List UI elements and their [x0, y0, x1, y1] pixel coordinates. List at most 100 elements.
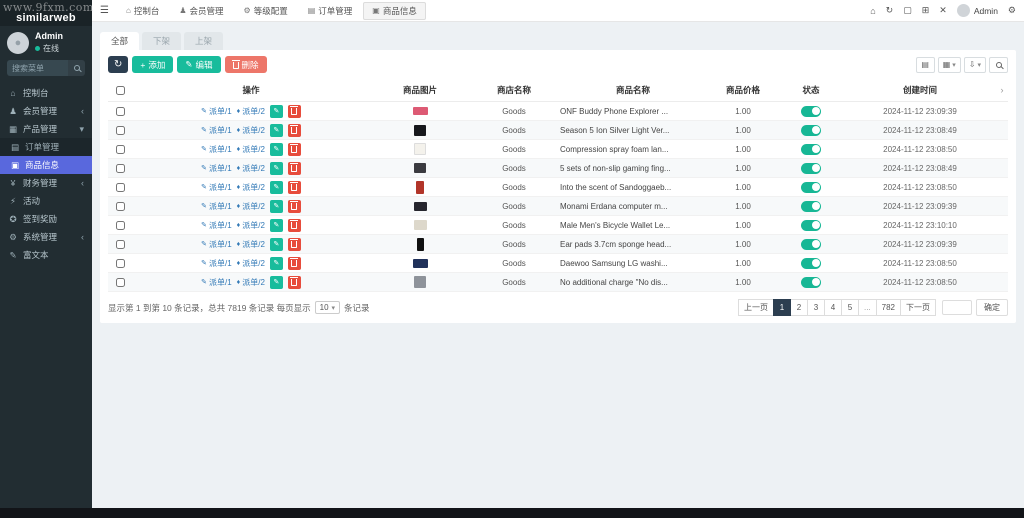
page-button[interactable]: ...: [857, 299, 877, 316]
filter-tab[interactable]: 上架: [184, 32, 224, 50]
row-checkbox[interactable]: [115, 144, 125, 154]
action-link-1[interactable]: ✎ 派单/1: [201, 258, 232, 269]
sidebar-menu-item[interactable]: ¥ 财务管理 ‹: [0, 174, 92, 192]
row-edit-button[interactable]: ✎: [269, 199, 283, 213]
status-toggle[interactable]: [801, 105, 821, 117]
status-toggle[interactable]: [801, 276, 821, 288]
edit-button[interactable]: ✎ 编辑: [177, 56, 221, 73]
row-checkbox[interactable]: [115, 182, 125, 192]
row-delete-button[interactable]: [287, 104, 301, 118]
windows-icon[interactable]: ⊞: [922, 5, 930, 16]
sidebar-menu-item[interactable]: ▣ 商品信息: [0, 156, 92, 174]
action-link-1[interactable]: ✎ 派单/1: [201, 277, 232, 288]
row-edit-button[interactable]: ✎: [269, 161, 283, 175]
row-delete-button[interactable]: [287, 161, 301, 175]
row-checkbox[interactable]: [115, 220, 125, 230]
row-checkbox[interactable]: [115, 239, 125, 249]
filter-tab[interactable]: 全部: [100, 32, 140, 50]
status-toggle[interactable]: [801, 162, 821, 174]
fullscreen-icon[interactable]: ✕: [939, 5, 947, 16]
row-checkbox[interactable]: [115, 125, 125, 135]
action-link-1[interactable]: ✎ 派单/1: [201, 163, 232, 174]
action-link-2[interactable]: ♦ 派单/2: [237, 182, 265, 193]
sidebar-menu-item[interactable]: ▤ 订单管理: [0, 138, 92, 156]
refresh-button[interactable]: ↻: [108, 56, 129, 73]
page-jump-confirm-button[interactable]: 确定: [976, 299, 1008, 316]
row-edit-button[interactable]: ✎: [269, 256, 283, 270]
row-delete-button[interactable]: [287, 142, 301, 156]
status-toggle[interactable]: [801, 200, 821, 212]
sidebar-menu-item[interactable]: ⚙ 系统管理 ‹: [0, 228, 92, 246]
page-button[interactable]: 4: [823, 299, 842, 316]
row-edit-button[interactable]: ✎: [269, 104, 283, 118]
row-delete-button[interactable]: [287, 275, 301, 289]
hamburger-icon[interactable]: ☰: [100, 5, 109, 16]
row-checkbox[interactable]: [115, 106, 125, 116]
row-checkbox[interactable]: [115, 258, 125, 268]
row-edit-button[interactable]: ✎: [269, 123, 283, 137]
topnav-tab[interactable]: ⚙ 等级配置: [235, 2, 297, 20]
filter-tab[interactable]: 下架: [142, 32, 182, 50]
columns-button[interactable]: ▦ ▾: [937, 56, 961, 73]
action-link-1[interactable]: ✎ 派单/1: [201, 106, 232, 117]
action-link-2[interactable]: ♦ 派单/2: [237, 220, 265, 231]
action-link-2[interactable]: ♦ 派单/2: [237, 258, 265, 269]
row-checkbox[interactable]: [115, 201, 125, 211]
page-size-select[interactable]: 10 ▾: [314, 301, 341, 314]
window-icon[interactable]: ▢: [903, 5, 912, 16]
user-menu[interactable]: Admin: [956, 4, 998, 17]
topnav-tab[interactable]: ▤ 订单管理: [299, 2, 362, 20]
row-delete-button[interactable]: [287, 199, 301, 213]
detail-view-button[interactable]: ▤: [915, 56, 935, 73]
gear-icon[interactable]: ⚙: [1008, 5, 1016, 16]
row-delete-button[interactable]: [287, 218, 301, 232]
action-link-1[interactable]: ✎ 派单/1: [201, 201, 232, 212]
status-toggle[interactable]: [801, 257, 821, 269]
refresh-icon[interactable]: ↻: [886, 5, 894, 16]
action-link-1[interactable]: ✎ 派单/1: [201, 144, 232, 155]
sidebar-menu-item[interactable]: ▦ 产品管理 ▾: [0, 120, 92, 138]
page-button[interactable]: 3: [806, 299, 825, 316]
topnav-tab[interactable]: ♟ 会员管理: [170, 2, 232, 20]
row-delete-button[interactable]: [287, 256, 301, 270]
row-edit-button[interactable]: ✎: [269, 218, 283, 232]
status-toggle[interactable]: [801, 219, 821, 231]
row-delete-button[interactable]: [287, 123, 301, 137]
sidebar-menu-item[interactable]: ✎ 富文本: [0, 246, 92, 264]
page-button[interactable]: 5: [840, 299, 859, 316]
page-button[interactable]: 2: [789, 299, 808, 316]
row-delete-button[interactable]: [287, 180, 301, 194]
sidebar-menu-item[interactable]: ✪ 签到奖励: [0, 210, 92, 228]
action-link-2[interactable]: ♦ 派单/2: [237, 239, 265, 250]
row-edit-button[interactable]: ✎: [269, 275, 283, 289]
status-toggle[interactable]: [801, 238, 821, 250]
menu-search-button[interactable]: [68, 60, 85, 76]
action-link-2[interactable]: ♦ 派单/2: [237, 125, 265, 136]
row-checkbox[interactable]: [115, 277, 125, 287]
row-edit-button[interactable]: ✎: [269, 237, 283, 251]
export-button[interactable]: ⇩ ▾: [963, 56, 986, 73]
delete-button[interactable]: 删除: [224, 56, 267, 73]
menu-search-input[interactable]: [7, 60, 68, 76]
status-toggle[interactable]: [801, 124, 821, 136]
sidebar-menu-item[interactable]: ⚡ 活动: [0, 192, 92, 210]
page-button[interactable]: 上一页: [737, 299, 774, 316]
action-link-1[interactable]: ✎ 派单/1: [201, 220, 232, 231]
home-icon[interactable]: ⌂: [870, 6, 875, 16]
search-button[interactable]: [989, 56, 1008, 73]
row-edit-button[interactable]: ✎: [269, 142, 283, 156]
select-all-checkbox[interactable]: [115, 86, 125, 96]
row-edit-button[interactable]: ✎: [269, 180, 283, 194]
action-link-1[interactable]: ✎ 派单/1: [201, 125, 232, 136]
action-link-2[interactable]: ♦ 派单/2: [237, 106, 265, 117]
sidebar-menu-item[interactable]: ♟ 会员管理 ‹: [0, 102, 92, 120]
status-toggle[interactable]: [801, 143, 821, 155]
add-button[interactable]: + 添加: [132, 56, 174, 73]
row-delete-button[interactable]: [287, 237, 301, 251]
topnav-tab[interactable]: ▣ 商品信息: [363, 1, 426, 20]
sidebar-menu-item[interactable]: ⌂ 控制台: [0, 84, 92, 102]
action-link-1[interactable]: ✎ 派单/1: [201, 239, 232, 250]
action-link-2[interactable]: ♦ 派单/2: [237, 163, 265, 174]
page-button[interactable]: 1: [772, 299, 791, 316]
scroll-right-icon[interactable]: ›: [996, 79, 1008, 102]
